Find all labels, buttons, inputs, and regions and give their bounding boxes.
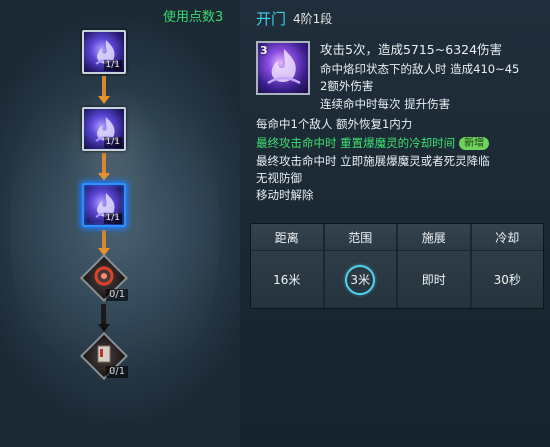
skill-node-1[interactable]: 1/1 (82, 30, 126, 74)
stats-header-row: 距离 范围 施展 冷却 (251, 224, 543, 250)
points-used-label: 使用点数3 (163, 10, 224, 25)
skill-desc-line: 移动时解除 (256, 188, 314, 202)
tree-connector (102, 230, 106, 250)
node-count: 0/1 (106, 289, 129, 301)
new-badge: 新增 (459, 137, 490, 150)
skill-desc-line: 连续命中时每次 提升伤害 (320, 97, 451, 111)
skill-rank: 4阶1段 (293, 12, 333, 26)
skill-desc-line: 无视防御 (256, 171, 302, 185)
tree-arrow (98, 173, 110, 181)
stat-value-area: 3米 (350, 273, 371, 287)
node-count: 1/1 (103, 213, 122, 224)
skill-desc-line: 每命中1个敌人 额外恢复1内力 (256, 117, 413, 131)
stat-header-range: 距离 (251, 224, 323, 250)
stat-value-cast: 即时 (398, 251, 470, 308)
stat-header-area: 范围 (324, 224, 396, 250)
stats-value-row: 16米 3米 即时 30秒 (251, 251, 543, 308)
skill-node-3[interactable]: 1/1 (82, 183, 126, 227)
skill-window: 使用点数3 1/1 1/1 1/1 0/1 0/1 开门 4阶1段 3 攻击5次… (0, 0, 550, 447)
tree-arrow-locked (98, 324, 110, 332)
skill-desc-text: 最终攻击命中时 重置爆魔灵的冷却时间 (256, 136, 456, 150)
red-swirl-icon (92, 264, 116, 292)
stat-value-range: 16米 (251, 251, 323, 308)
skill-icon: 3 (256, 41, 310, 95)
skill-desc-line: 2额外伤害 (320, 79, 374, 93)
stat-header-cooldown: 冷却 (471, 224, 543, 250)
stat-header-cast: 施展 (398, 224, 470, 250)
tree-connector (102, 76, 106, 98)
tree-connector (102, 153, 106, 175)
node-count: 1/1 (103, 60, 122, 71)
skill-desc-line-new: 最终攻击命中时 重置爆魔灵的冷却时间 新增 (256, 136, 490, 151)
skill-name: 开门 (256, 10, 287, 28)
node-count: 1/1 (103, 137, 122, 148)
purple-flame-icon (267, 49, 301, 85)
skill-stats-table: 距离 范围 施展 冷却 16米 3米 即时 30秒 (250, 223, 544, 309)
stat-value-cooldown: 30秒 (471, 251, 543, 308)
skill-tree-panel: 使用点数3 1/1 1/1 1/1 0/1 0/1 (0, 0, 240, 447)
tree-arrow (98, 96, 110, 104)
skill-desc-line: 命中烙印状态下的敌人时 造成410~45 (320, 62, 520, 76)
node-count: 0/1 (106, 366, 129, 378)
tree-connector-locked (101, 304, 106, 326)
stat-value-area-cell: 3米 (324, 251, 396, 308)
area-circle-icon: 3米 (345, 264, 376, 295)
skill-desc-line: 最终攻击命中时 立即施展爆魔灵或者死灵降临 (256, 154, 490, 168)
skill-damage-line: 攻击5次，造成5715~6324伤害 (320, 42, 503, 57)
skill-node-2[interactable]: 1/1 (82, 107, 126, 151)
